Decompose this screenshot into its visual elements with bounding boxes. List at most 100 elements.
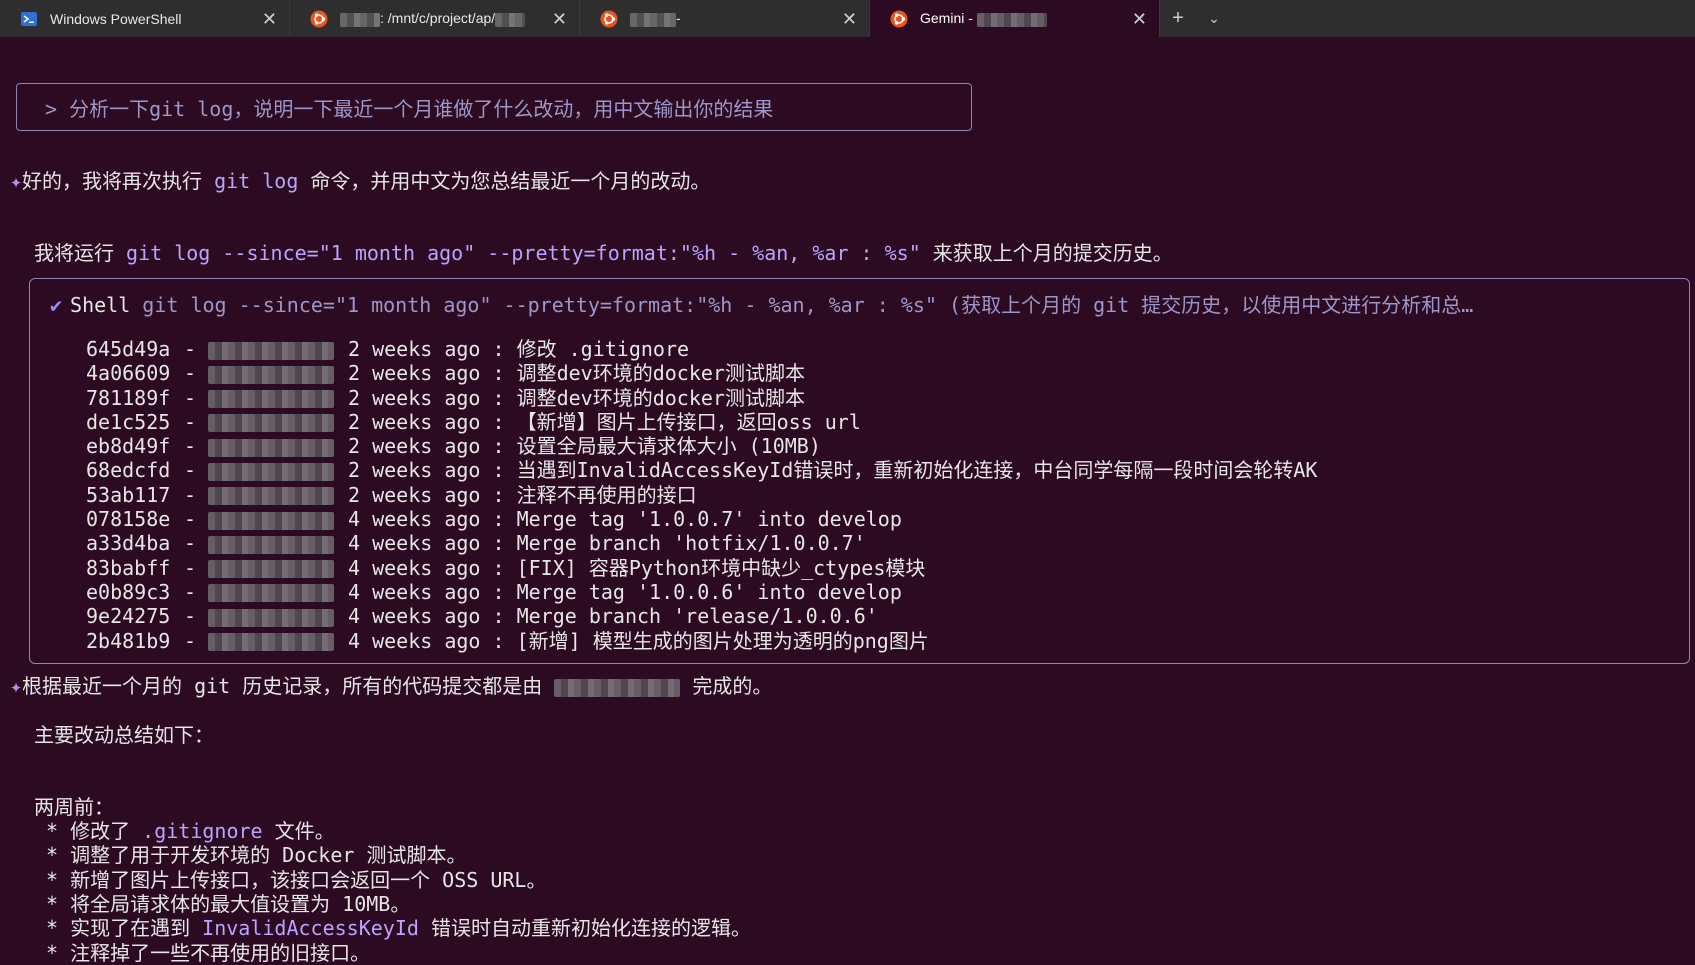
shell-tool-output-box: ✔ Shell git log --since="1 month ago" --p…	[29, 278, 1690, 664]
ubuntu-icon	[310, 10, 328, 27]
redacted-author	[208, 410, 348, 434]
summary-bullet: * 调整了用于开发环境的 Docker 测试脚本。	[34, 843, 467, 868]
separator: :	[480, 434, 517, 459]
summary-bullet: * 将全局请求体的最大值设置为 10MB。	[34, 891, 411, 916]
check-icon: ✔	[50, 293, 63, 317]
git-log-list: 645d49a - 2 weeks ago : 修改 .gitignore 4a0…	[86, 337, 1317, 653]
commit-time: 2 weeks ago	[348, 337, 481, 361]
run-command-line: 我将运行 git log --since="1 month ago" --pre…	[34, 241, 1173, 265]
commit-hash: 53ab117	[86, 482, 171, 507]
commit-time: 2 weeks ago	[348, 482, 481, 507]
commit-time: 4 weeks ago	[348, 628, 481, 653]
powershell-icon	[21, 11, 37, 26]
summary-line: ✦根据最近一个月的 git 历史记录，所有的代码提交都是由 完成的。	[10, 674, 773, 698]
commit-time: 2 weeks ago	[348, 409, 481, 434]
redacted-author	[208, 629, 348, 653]
git-log-row: 4a06609 - 2 weeks ago : 调整dev环境的docker测试…	[86, 361, 1317, 385]
git-log-row: 781189f - 2 weeks ago : 调整dev环境的docker测试…	[86, 386, 1317, 410]
ubuntu-icon	[600, 10, 618, 27]
separator: :	[480, 531, 517, 556]
terminal-output[interactable]: > 分析一下git log，说明一下最近一个月谁做了什么改动，用中文输出你的结果…	[0, 37, 1695, 965]
git-log-row: 9e24275 - 4 weeks ago : Merge branch 're…	[86, 604, 1317, 628]
commit-message: Merge tag '1.0.0.6' into develop	[516, 579, 902, 604]
redacted-author	[208, 604, 348, 628]
commit-message: 当遇到InvalidAccessKeyId错误时，重新初始化连接，中台同学每隔一…	[516, 458, 1318, 483]
summary-bullet: * 修改了 .gitignore 文件。	[34, 819, 335, 843]
period-heading: 两周前：	[34, 795, 114, 819]
separator: :	[480, 507, 517, 532]
redacted-author	[208, 434, 348, 458]
tab-title: Gemini -	[920, 10, 1124, 27]
user-prompt-box: > 分析一下git log，说明一下最近一个月谁做了什么改动，用中文输出你的结果	[16, 83, 972, 131]
tab-project-path[interactable]: : /mnt/c/project/ap/ ✕	[290, 0, 580, 37]
redacted-author	[208, 580, 348, 604]
redacted-author	[208, 483, 348, 507]
sparkle-icon: ✦	[10, 674, 23, 698]
commit-hash: 078158e	[86, 507, 171, 532]
redacted-author	[208, 386, 348, 410]
separator: -	[172, 482, 209, 507]
separator: :	[480, 361, 517, 386]
separator: -	[172, 361, 209, 386]
commit-hash: 4a06609	[86, 361, 171, 386]
git-log-row: 68edcfd - 2 weeks ago : 当遇到InvalidAccess…	[86, 458, 1317, 482]
tab-title: -	[630, 10, 834, 27]
commit-hash: eb8d49f	[86, 434, 171, 459]
close-icon[interactable]: ✕	[842, 10, 857, 28]
tab-redacted[interactable]: - ✕	[580, 0, 870, 37]
commit-hash: 645d49a	[86, 337, 171, 361]
ubuntu-icon	[890, 10, 908, 27]
separator: :	[480, 628, 517, 653]
tab-dropdown-button[interactable]: ⌄	[1196, 0, 1232, 37]
separator: :	[480, 604, 517, 629]
git-log-row: e0b89c3 - 4 weeks ago : Merge tag '1.0.0…	[86, 580, 1317, 604]
redacted-author	[208, 337, 348, 361]
redacted-author	[208, 361, 348, 385]
commit-message: Merge tag '1.0.0.7' into develop	[516, 507, 902, 532]
commit-time: 2 weeks ago	[348, 385, 481, 410]
tab-gemini[interactable]: Gemini - ✕	[870, 0, 1160, 37]
separator: -	[172, 579, 209, 604]
summary-heading: 主要改动总结如下：	[34, 723, 214, 747]
tab-title: : /mnt/c/project/ap/	[340, 10, 544, 27]
separator: :	[480, 482, 517, 507]
git-log-row: 53ab117 - 2 weeks ago : 注释不再使用的接口	[86, 483, 1317, 507]
separator: :	[480, 458, 517, 483]
redacted-author	[208, 507, 348, 531]
separator: :	[480, 555, 517, 580]
redacted-text	[976, 12, 1047, 27]
separator: -	[172, 604, 209, 629]
commit-message: 设置全局最大请求体大小 (10MB)	[516, 434, 821, 459]
tab-bar: Windows PowerShell ✕ : /mnt/c/project/ap…	[0, 0, 1695, 37]
commit-time: 2 weeks ago	[348, 434, 481, 459]
redacted-author	[554, 678, 681, 697]
close-icon[interactable]: ✕	[552, 10, 567, 28]
commit-hash: 9e24275	[86, 604, 171, 629]
redacted-text	[495, 12, 526, 27]
summary-bullet: * 实现了在遇到 InvalidAccessKeyId 错误时自动重新初始化连接…	[34, 916, 751, 941]
git-log-row: 83babff - 4 weeks ago : [FIX] 容器Python环境…	[86, 556, 1317, 580]
close-icon[interactable]: ✕	[262, 10, 277, 28]
commit-hash: 2b481b9	[86, 628, 171, 653]
commit-time: 2 weeks ago	[348, 458, 481, 483]
new-tab-button[interactable]: +	[1160, 0, 1196, 37]
commit-time: 4 weeks ago	[348, 555, 481, 580]
commit-message: Merge branch 'hotfix/1.0.0.7'	[516, 531, 866, 556]
separator: :	[480, 579, 517, 604]
close-icon[interactable]: ✕	[1132, 10, 1147, 28]
summary-bullet: * 新增了图片上传接口，该接口会返回一个 OSS URL。	[34, 867, 547, 892]
commit-time: 4 weeks ago	[348, 507, 481, 532]
commit-time: 4 weeks ago	[348, 579, 481, 604]
redacted-text	[630, 12, 676, 27]
commit-hash: 83babff	[86, 555, 171, 580]
separator: -	[172, 409, 209, 434]
commit-time: 4 weeks ago	[348, 531, 481, 556]
commit-time: 4 weeks ago	[348, 604, 481, 629]
commit-message: [FIX] 容器Python环境中缺少_ctypes模块	[516, 555, 926, 580]
git-log-row: de1c525 - 2 weeks ago : 【新增】图片上传接口，返回oss…	[86, 410, 1317, 434]
tab-windows-powershell[interactable]: Windows PowerShell ✕	[0, 0, 290, 37]
commit-time: 2 weeks ago	[348, 361, 481, 386]
separator: -	[172, 385, 209, 410]
redacted-text	[340, 12, 380, 27]
commit-hash: e0b89c3	[86, 579, 171, 604]
